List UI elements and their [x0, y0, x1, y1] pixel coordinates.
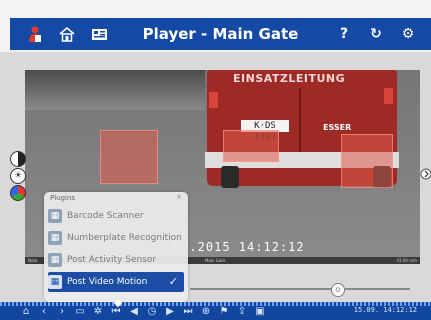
plugin-post-video-motion[interactable]: ▦ Post Video Motion ✓ — [48, 272, 184, 292]
motion-zone[interactable] — [223, 130, 279, 162]
screenshot-icon[interactable]: ▣ — [254, 305, 266, 319]
close-icon[interactable]: × — [176, 193, 182, 201]
plugins-popup: Plugins × ▦ Barcode Scanner ▦ Numberplat… — [44, 192, 188, 302]
clock-icon[interactable]: ◷ — [146, 305, 158, 319]
van-banner: EINSATZLEITUNG — [233, 72, 346, 85]
van-logo: ESSER — [323, 123, 352, 132]
status-camera: Main Gate — [205, 258, 226, 263]
chevron-right-icon[interactable] — [420, 167, 431, 181]
refresh-icon[interactable]: ↻ — [365, 23, 387, 45]
plugin-icon: ▦ — [48, 253, 62, 267]
timeline-bar[interactable]: ⌂ ‹ › ▭ ✲ ⏮ ◀ ◷ ▶ ⏭ ⊕ ⚑ ⇪ ▣ 15.09. 14:12… — [0, 298, 431, 320]
playback-slider[interactable]: ⊙ — [190, 283, 420, 297]
plugin-barcode-scanner[interactable]: ▦ Barcode Scanner — [48, 206, 184, 226]
plugin-icon: ▦ — [48, 275, 62, 289]
plugin-icon: ▦ — [48, 231, 62, 245]
checkmark-icon: ✓ — [168, 275, 178, 288]
camera-icon[interactable]: ▭ — [74, 305, 86, 319]
plugin-label: Post Video Motion — [67, 277, 148, 287]
header-right-icons: ? ↻ ⚙ — [333, 23, 419, 45]
player-viewport: EINSATZLEITUNG K·DS 2763 ESSER 09.2015 1… — [0, 52, 431, 302]
video-timestamp: 09.2015 14:12:12 — [173, 240, 305, 254]
playback-controls: ⌂ ‹ › ▭ ✲ ⏮ ◀ ◷ ▶ ⏭ ⊕ ⚑ ⇪ ▣ — [20, 305, 266, 319]
van-tail-light-left — [209, 92, 218, 108]
settings-icon[interactable]: ⚙ — [397, 23, 419, 45]
plugins-list: ▦ Barcode Scanner ▦ Numberplate Recognit… — [48, 206, 184, 294]
color-icon[interactable] — [10, 185, 26, 201]
skip-end-icon[interactable]: ⏭ — [182, 305, 194, 319]
contrast-icon[interactable] — [10, 151, 26, 167]
plugin-label: Numberplate Recognition — [67, 233, 182, 243]
chevron-right-icon[interactable]: › — [56, 305, 68, 319]
motion-zone[interactable] — [100, 130, 158, 184]
app-header: Player - Main Gate ? ↻ ⚙ — [0, 0, 431, 52]
bookmark-icon[interactable]: ⚑ — [218, 305, 230, 319]
plugin-label: Post Activity Sensor — [67, 255, 157, 265]
slider-track[interactable] — [190, 288, 410, 290]
home-icon[interactable]: ⌂ — [20, 305, 32, 319]
plugins-icon[interactable]: ✲ — [92, 305, 104, 319]
motion-zone[interactable] — [341, 134, 393, 188]
status-right: 41.94 mm — [396, 258, 417, 263]
van-tail-light-right — [384, 88, 393, 104]
status-left: Nota — [28, 258, 38, 263]
timeline-time: 15.09. 14:12:12 — [353, 306, 417, 314]
van-door-split — [299, 88, 301, 158]
plugin-post-activity-sensor[interactable]: ▦ Post Activity Sensor — [48, 250, 184, 270]
van-wheel-left — [221, 166, 239, 188]
help-icon[interactable]: ? — [333, 23, 355, 45]
skip-start-icon[interactable]: ⏮ — [110, 305, 122, 319]
export-icon[interactable]: ⇪ — [236, 305, 248, 319]
plugin-icon: ▦ — [48, 209, 62, 223]
scene-wall — [25, 70, 205, 110]
plugins-title: Plugins — [50, 194, 76, 202]
plugin-label: Barcode Scanner — [67, 211, 144, 221]
zoom-icon[interactable]: ⊕ — [200, 305, 212, 319]
step-back-icon[interactable]: ◀ — [128, 305, 140, 319]
title-bar: Player - Main Gate ? ↻ ⚙ — [10, 18, 431, 50]
play-icon[interactable]: ▶ — [164, 305, 176, 319]
brightness-icon[interactable]: ☀ — [10, 168, 26, 184]
slider-knob[interactable]: ⊙ — [331, 283, 345, 297]
plugin-numberplate-recognition[interactable]: ▦ Numberplate Recognition — [48, 228, 184, 248]
chevron-left-icon[interactable]: ‹ — [38, 305, 50, 319]
